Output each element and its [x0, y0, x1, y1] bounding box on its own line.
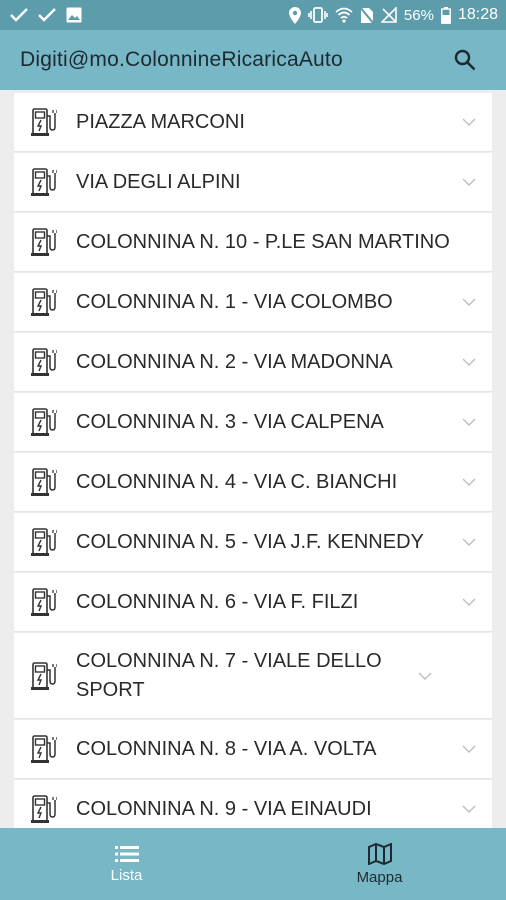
- charging-station-icon: [31, 794, 57, 824]
- list-item[interactable]: COLONNINA N. 4 - VIA C. BIANCHI: [14, 453, 492, 512]
- tab-mappa[interactable]: Mappa: [253, 828, 506, 900]
- chevron-down-icon[interactable]: [460, 298, 476, 306]
- charging-station-icon: [31, 407, 57, 437]
- list-item[interactable]: COLONNINA N. 10 - P.LE SAN MARTINO: [14, 213, 492, 272]
- list-item-label: COLONNINA N. 1 - VIA COLOMBO: [76, 290, 393, 313]
- chevron-down-icon[interactable]: [460, 118, 476, 126]
- map-icon: [367, 842, 392, 865]
- chevron-down-icon[interactable]: [460, 358, 476, 366]
- chevron-down-icon[interactable]: [460, 538, 476, 546]
- list-item[interactable]: COLONNINA N. 3 - VIA CALPENA: [14, 393, 492, 452]
- charging-station-icon: [31, 734, 57, 764]
- list-item-label: COLONNINA N. 9 - VIA EINAUDI: [76, 797, 372, 820]
- clock: 18:28: [457, 6, 498, 23]
- list-item[interactable]: COLONNINA N. 8 - VIA A. VOLTA: [14, 720, 492, 779]
- chevron-down-icon[interactable]: [460, 745, 476, 753]
- charging-station-icon: [31, 287, 57, 317]
- list-item[interactable]: COLONNINA N. 1 - VIA COLOMBO: [14, 273, 492, 332]
- list-item[interactable]: VIA DEGLI ALPINI: [14, 153, 492, 212]
- list-item[interactable]: COLONNINA N. 7 - VIALE DELLO SPORT: [14, 633, 492, 719]
- list-item-label: COLONNINA N. 3 - VIA CALPENA: [76, 410, 384, 433]
- check-icon: [10, 8, 28, 22]
- chevron-down-icon[interactable]: [460, 178, 476, 186]
- charging-station-icon: [31, 167, 57, 197]
- charging-station-icon: [31, 661, 57, 691]
- wifi-icon: [335, 7, 353, 23]
- check-icon: [38, 8, 56, 22]
- list-item-label: COLONNINA N. 6 - VIA F. FILZI: [76, 590, 359, 613]
- vibrate-icon: [308, 7, 328, 23]
- no-sim-icon: [359, 6, 374, 24]
- charging-station-icon: [31, 587, 57, 617]
- charging-station-icon: [31, 467, 57, 497]
- app-title: Digiti@mo.ColonnineRicaricaAuto: [20, 48, 343, 71]
- status-bar-left: [10, 7, 82, 23]
- chevron-down-icon[interactable]: [460, 418, 476, 426]
- tab-label: Mappa: [356, 868, 403, 886]
- list-item-label: COLONNINA N. 7 - VIALE DELLO SPORT: [76, 649, 382, 701]
- list-item-label: VIA DEGLI ALPINI: [76, 170, 241, 193]
- list-icon: [114, 845, 139, 863]
- battery-percent: 56%: [403, 6, 434, 24]
- image-icon: [66, 7, 82, 23]
- list-item-label: COLONNINA N. 4 - VIA C. BIANCHI: [76, 470, 398, 493]
- list-item[interactable]: COLONNINA N. 6 - VIA F. FILZI: [14, 573, 492, 632]
- tab-lista[interactable]: Lista: [0, 828, 253, 900]
- search-icon[interactable]: [454, 49, 476, 71]
- status-bar-right: 56% 18:28: [288, 6, 498, 24]
- charging-station-icon: [31, 347, 57, 377]
- list-item[interactable]: COLONNINA N. 5 - VIA J.F. KENNEDY: [14, 513, 492, 572]
- list-item-label: COLONNINA N. 5 - VIA J.F. KENNEDY: [76, 530, 424, 553]
- status-bar: 56% 18:28: [0, 0, 506, 30]
- chevron-down-icon[interactable]: [460, 598, 476, 606]
- list-item[interactable]: COLONNINA N. 2 - VIA MADONNA: [14, 333, 492, 392]
- list-item-label: COLONNINA N. 8 - VIA A. VOLTA: [76, 737, 377, 760]
- tab-label: Lista: [110, 866, 143, 884]
- list-item-label: PIAZZA MARCONI: [76, 110, 245, 133]
- location-icon: [288, 6, 301, 24]
- list-item-label: COLONNINA N. 10 - P.LE SAN MARTINO: [76, 230, 450, 253]
- list-item[interactable]: COLONNINA N. 9 - VIA EINAUDI: [14, 780, 492, 828]
- no-signal-icon: [380, 7, 397, 23]
- battery-icon: [441, 6, 451, 24]
- app-bar: Digiti@mo.ColonnineRicaricaAuto: [0, 30, 506, 90]
- bottom-navigation: Lista Mappa: [0, 828, 506, 900]
- charging-station-icon: [31, 107, 57, 137]
- chevron-down-icon[interactable]: [416, 672, 432, 680]
- list-item[interactable]: PIAZZA MARCONI: [14, 93, 492, 152]
- charging-station-icon: [31, 527, 57, 557]
- station-list: PIAZZA MARCONI VIA DEGLI ALPINI COLONNIN…: [14, 93, 492, 828]
- list-item-label: COLONNINA N. 2 - VIA MADONNA: [76, 350, 393, 373]
- charging-station-icon: [31, 227, 57, 257]
- chevron-down-icon[interactable]: [460, 478, 476, 486]
- chevron-down-icon[interactable]: [460, 805, 476, 813]
